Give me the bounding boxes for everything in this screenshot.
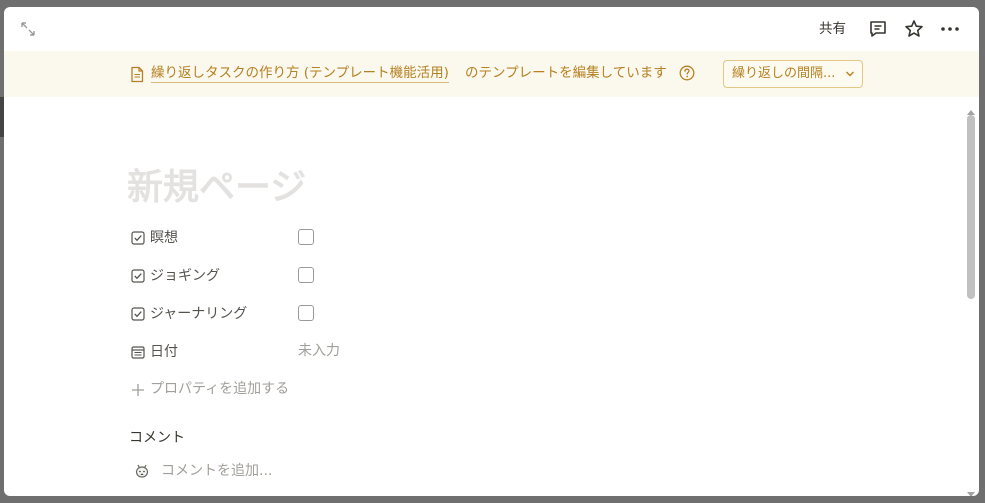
checkbox-type-icon <box>131 268 145 283</box>
property-row-date[interactable]: 日付 未入力 <box>131 341 431 363</box>
template-source-link[interactable]: 繰り返しタスクの作り方 (テンプレート機能活用) <box>151 64 449 83</box>
share-button[interactable]: 共有 <box>819 19 846 39</box>
more-icon[interactable] <box>938 18 962 40</box>
plus-icon <box>131 382 145 396</box>
comment-icon[interactable] <box>867 18 889 40</box>
template-editor-modal: 共有 繰り返しタスクの作り方 (テンプレート機能活用) のテンプレートを編集して… <box>4 7 979 496</box>
scroll-up-arrow[interactable] <box>966 101 976 115</box>
modal-topbar: 共有 <box>4 7 979 51</box>
property-label: ジャーナリング <box>150 306 248 322</box>
property-row-meditation[interactable]: 瞑想 <box>131 227 431 249</box>
property-label: 日付 <box>150 344 178 360</box>
property-label: 瞑想 <box>150 230 178 246</box>
calendar-icon <box>131 344 145 359</box>
repeat-interval-dropdown[interactable]: 繰り返しの間隔... <box>723 60 863 88</box>
property-checkbox[interactable] <box>298 229 314 245</box>
expand-icon[interactable] <box>18 19 38 39</box>
date-value-empty[interactable]: 未入力 <box>298 341 340 361</box>
page-title[interactable]: 新規ページ <box>127 167 306 209</box>
help-icon[interactable] <box>679 65 695 81</box>
comments-heading: コメント <box>129 430 185 446</box>
template-editing-banner: 繰り返しタスクの作り方 (テンプレート機能活用) のテンプレートを編集しています… <box>4 51 979 97</box>
chevron-down-icon <box>846 71 854 77</box>
checkbox-type-icon <box>131 306 145 321</box>
property-label: ジョギング <box>150 268 220 284</box>
avatar <box>134 462 150 480</box>
property-row-jogging[interactable]: ジョギング <box>131 265 431 287</box>
scroll-down-arrow[interactable] <box>966 484 976 496</box>
star-icon[interactable] <box>903 18 925 40</box>
property-checkbox[interactable] <box>298 305 314 321</box>
repeat-interval-value: 繰り返しの間隔... <box>732 66 836 81</box>
comment-input[interactable]: コメントを追加... <box>161 461 272 481</box>
property-checkbox[interactable] <box>298 267 314 283</box>
scrollbar-thumb[interactable] <box>967 115 975 299</box>
document-icon <box>129 66 145 83</box>
banner-message: のテンプレートを編集しています <box>465 65 667 81</box>
add-property-label: プロパティを追加する <box>150 381 290 397</box>
property-row-journaling[interactable]: ジャーナリング <box>131 303 431 325</box>
checkbox-type-icon <box>131 230 145 245</box>
